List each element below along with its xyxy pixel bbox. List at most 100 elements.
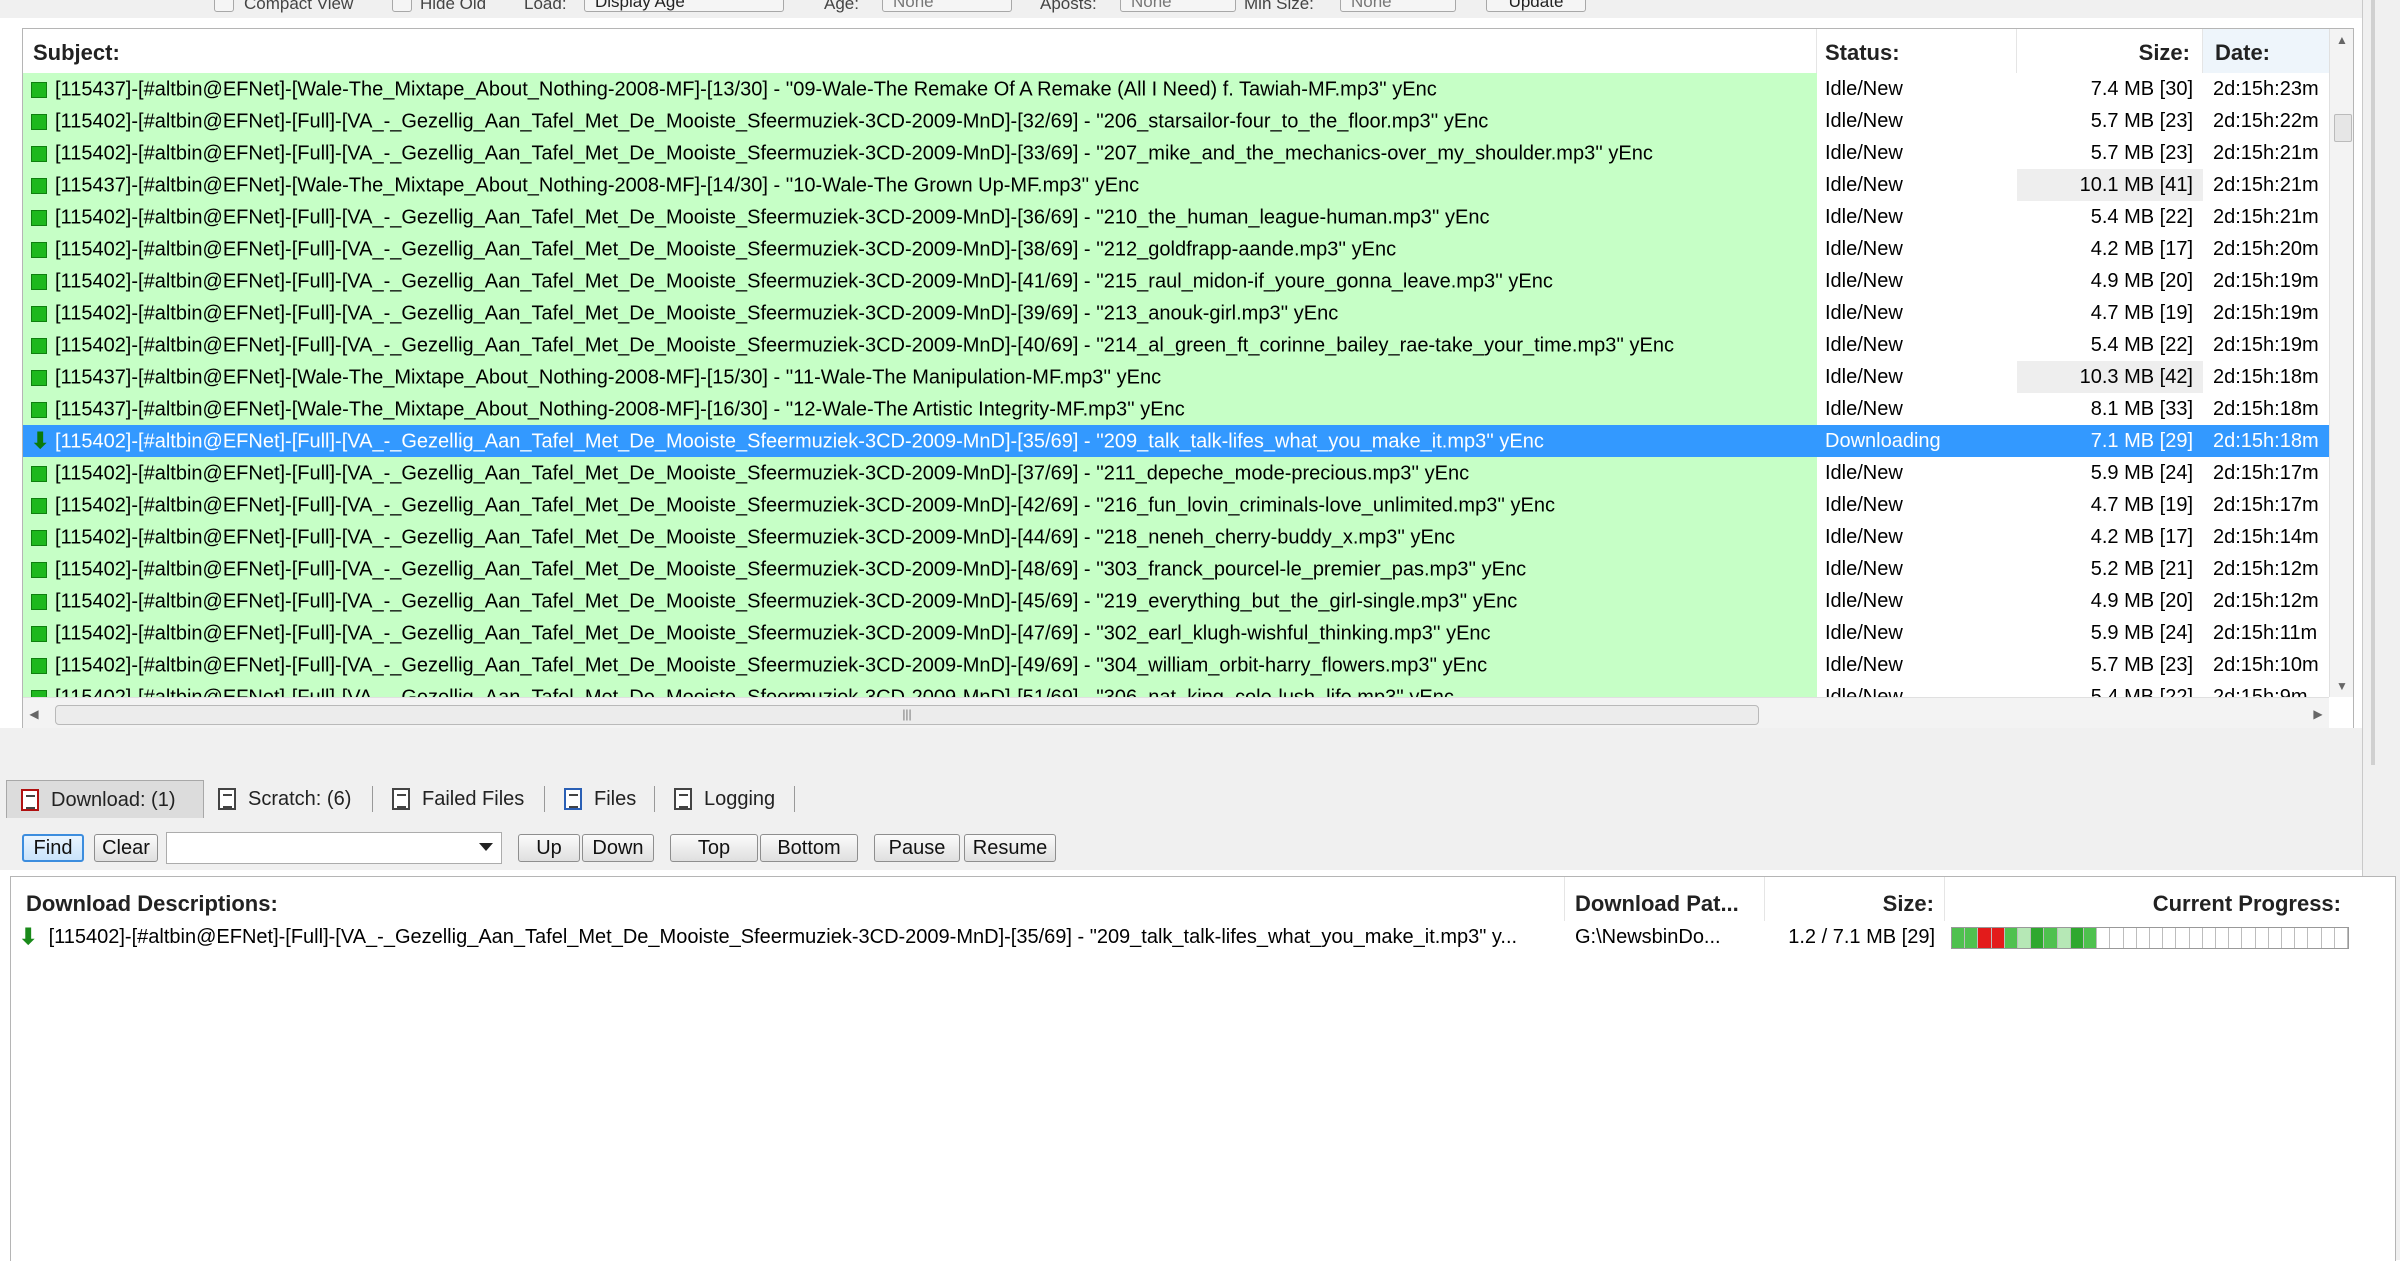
age-select[interactable]: None bbox=[882, 0, 1012, 12]
find-button[interactable]: Find bbox=[22, 834, 84, 862]
top-button[interactable]: Top bbox=[670, 834, 758, 862]
vertical-scroll-thumb[interactable] bbox=[2334, 114, 2352, 142]
pause-button[interactable]: Pause bbox=[874, 834, 960, 862]
vertical-scrollbar[interactable]: ▲ ▼ bbox=[2329, 29, 2353, 697]
post-date: 2d:15h:19m bbox=[2203, 297, 2329, 329]
tab-separator bbox=[654, 786, 655, 812]
post-subject: [115402]-[#altbin@EFNet]-[Full]-[VA_-_Ge… bbox=[55, 622, 1491, 645]
post-date: 2d:15h:18m bbox=[2203, 393, 2329, 425]
post-row[interactable]: [115402]-[#altbin@EFNet]-[Full]-[VA_-_Ge… bbox=[23, 617, 2329, 649]
green-square-icon bbox=[31, 209, 47, 226]
column-header-download-path[interactable]: Download Pat... bbox=[1565, 877, 1765, 921]
update-button[interactable]: Update bbox=[1486, 0, 1586, 12]
tab-logging[interactable]: Logging bbox=[660, 780, 796, 818]
tab-failed-files[interactable]: Failed Files bbox=[378, 780, 550, 818]
post-date: 2d:15h:21m bbox=[2203, 169, 2329, 201]
progress-segment bbox=[2282, 928, 2296, 948]
min-size-select[interactable]: None bbox=[1340, 0, 1456, 12]
post-subject-cell: [115437]-[#altbin@EFNet]-[Wale-The_Mixta… bbox=[23, 73, 1817, 105]
post-size: 5.9 MB [24] bbox=[2017, 457, 2203, 489]
post-row[interactable]: [115437]-[#altbin@EFNet]-[Wale-The_Mixta… bbox=[23, 393, 2329, 425]
scroll-up-arrow-icon[interactable]: ▲ bbox=[2330, 29, 2353, 51]
post-row[interactable]: [115402]-[#altbin@EFNet]-[Full]-[VA_-_Ge… bbox=[23, 681, 2329, 697]
post-row[interactable]: ⬇ [115402]-[#altbin@EFNet]-[Full]-[VA_-_G… bbox=[23, 425, 2329, 457]
hide-old-checkbox[interactable] bbox=[392, 0, 412, 12]
post-row[interactable]: [115402]-[#altbin@EFNet]-[Full]-[VA_-_Ge… bbox=[23, 265, 2329, 297]
find-combobox[interactable] bbox=[166, 832, 502, 864]
progress-segment bbox=[2057, 928, 2071, 948]
tab-download-label: Download: (1) bbox=[51, 789, 176, 811]
horizontal-scrollbar[interactable]: ◀ ||| ▶ bbox=[23, 697, 2329, 729]
post-rows: [115437]-[#altbin@EFNet]-[Wale-The_Mixta… bbox=[23, 73, 2329, 697]
progress-segment bbox=[2190, 928, 2203, 948]
bottom-button[interactable]: Bottom bbox=[760, 834, 858, 862]
column-header-subject[interactable]: Subject: bbox=[23, 29, 1817, 73]
post-size: 5.9 MB [24] bbox=[2017, 617, 2203, 649]
tab-download[interactable]: Download: (1) bbox=[6, 780, 204, 818]
post-row[interactable]: [115402]-[#altbin@EFNet]-[Full]-[VA_-_Ge… bbox=[23, 297, 2329, 329]
compact-view-checkbox[interactable] bbox=[214, 0, 234, 12]
tab-separator bbox=[372, 786, 373, 812]
post-status: Idle/New bbox=[1817, 329, 2017, 361]
post-size: 5.7 MB [23] bbox=[2017, 105, 2203, 137]
post-list: Subject: Status: Size: Date: [115437]-[#… bbox=[22, 28, 2354, 730]
post-row[interactable]: [115402]-[#altbin@EFNet]-[Full]-[VA_-_Ge… bbox=[23, 553, 2329, 585]
resume-button[interactable]: Resume bbox=[964, 834, 1056, 862]
scroll-right-arrow-icon[interactable]: ▶ bbox=[2307, 698, 2329, 729]
post-status: Idle/New bbox=[1817, 489, 2017, 521]
post-row[interactable]: [115402]-[#altbin@EFNet]-[Full]-[VA_-_Ge… bbox=[23, 137, 2329, 169]
post-row[interactable]: [115402]-[#altbin@EFNet]-[Full]-[VA_-_Ge… bbox=[23, 233, 2329, 265]
column-header-size[interactable]: Size: bbox=[1765, 877, 1945, 921]
column-header-status[interactable]: Status: bbox=[1817, 29, 2017, 73]
post-date: 2d:15h:21m bbox=[2203, 137, 2329, 169]
download-arrow-icon: ⬇ bbox=[19, 924, 38, 949]
post-row[interactable]: [115402]-[#altbin@EFNet]-[Full]-[VA_-_Ge… bbox=[23, 105, 2329, 137]
progress-segment bbox=[2018, 928, 2032, 948]
down-button[interactable]: Down bbox=[582, 834, 654, 862]
post-row[interactable]: [115402]-[#altbin@EFNet]-[Full]-[VA_-_Ge… bbox=[23, 457, 2329, 489]
horizontal-scroll-thumb[interactable]: ||| bbox=[55, 705, 1759, 725]
post-subject-cell: ⬇ [115402]-[#altbin@EFNet]-[Full]-[VA_-_G… bbox=[23, 425, 1817, 457]
post-date: 2d:15h:11m bbox=[2203, 617, 2329, 649]
post-row[interactable]: [115402]-[#altbin@EFNet]-[Full]-[VA_-_Ge… bbox=[23, 649, 2329, 681]
clear-button[interactable]: Clear bbox=[94, 834, 158, 862]
post-row[interactable]: [115402]-[#altbin@EFNet]-[Full]-[VA_-_Ge… bbox=[23, 585, 2329, 617]
post-subject: [115402]-[#altbin@EFNet]-[Full]-[VA_-_Ge… bbox=[55, 110, 1489, 133]
aposts-select[interactable]: None bbox=[1120, 0, 1236, 12]
post-date: 2d:15h:17m bbox=[2203, 457, 2329, 489]
post-row[interactable]: [115437]-[#altbin@EFNet]-[Wale-The_Mixta… bbox=[23, 169, 2329, 201]
post-size: 5.4 MB [22] bbox=[2017, 329, 2203, 361]
post-row[interactable]: [115402]-[#altbin@EFNet]-[Full]-[VA_-_Ge… bbox=[23, 329, 2329, 361]
column-header-date[interactable]: Date: bbox=[2203, 29, 2329, 73]
scroll-down-arrow-icon[interactable]: ▼ bbox=[2330, 675, 2353, 697]
post-subject-cell: [115402]-[#altbin@EFNet]-[Full]-[VA_-_Ge… bbox=[23, 617, 1817, 649]
post-subject-cell: [115402]-[#altbin@EFNet]-[Full]-[VA_-_Ge… bbox=[23, 553, 1817, 585]
column-header-download-descriptions[interactable]: Download Descriptions: bbox=[11, 877, 1565, 921]
up-button[interactable]: Up bbox=[518, 834, 580, 862]
post-row[interactable]: [115437]-[#altbin@EFNet]-[Wale-The_Mixta… bbox=[23, 73, 2329, 105]
post-row[interactable]: [115402]-[#altbin@EFNet]-[Full]-[VA_-_Ge… bbox=[23, 489, 2329, 521]
post-row[interactable]: [115437]-[#altbin@EFNet]-[Wale-The_Mixta… bbox=[23, 361, 2329, 393]
post-list-header: Subject: Status: Size: Date: bbox=[23, 29, 2329, 74]
post-status: Idle/New bbox=[1817, 137, 2017, 169]
column-header-current-progress[interactable]: Current Progress: bbox=[1945, 877, 2365, 921]
scroll-left-arrow-icon[interactable]: ◀ bbox=[23, 698, 45, 729]
green-square-icon bbox=[31, 561, 47, 578]
progress-segment bbox=[2176, 928, 2190, 948]
tab-bar: Download: (1) Scratch: (6) Failed Files … bbox=[0, 778, 2362, 821]
post-row[interactable]: [115402]-[#altbin@EFNet]-[Full]-[VA_-_Ge… bbox=[23, 201, 2329, 233]
column-header-size[interactable]: Size: bbox=[2017, 29, 2203, 73]
post-subject: [115402]-[#altbin@EFNet]-[Full]-[VA_-_Ge… bbox=[55, 526, 1455, 549]
progress-segment bbox=[2203, 928, 2217, 948]
pane-splitter[interactable] bbox=[0, 728, 2362, 778]
post-row[interactable]: [115402]-[#altbin@EFNet]-[Full]-[VA_-_Ge… bbox=[23, 521, 2329, 553]
chevron-down-icon[interactable] bbox=[479, 843, 493, 851]
post-size: 4.9 MB [20] bbox=[2017, 585, 2203, 617]
post-subject: [115402]-[#altbin@EFNet]-[Full]-[VA_-_Ge… bbox=[55, 590, 1518, 613]
post-subject-cell: [115402]-[#altbin@EFNet]-[Full]-[VA_-_Ge… bbox=[23, 233, 1817, 265]
post-status: Idle/New bbox=[1817, 521, 2017, 553]
tab-files[interactable]: Files bbox=[550, 780, 658, 818]
tab-scratch[interactable]: Scratch: (6) bbox=[204, 780, 372, 818]
download-row[interactable]: ⬇ [115402]-[#altbin@EFNet]-[Full]-[VA_-_… bbox=[11, 921, 2395, 953]
load-select[interactable]: Display Age bbox=[584, 0, 784, 12]
